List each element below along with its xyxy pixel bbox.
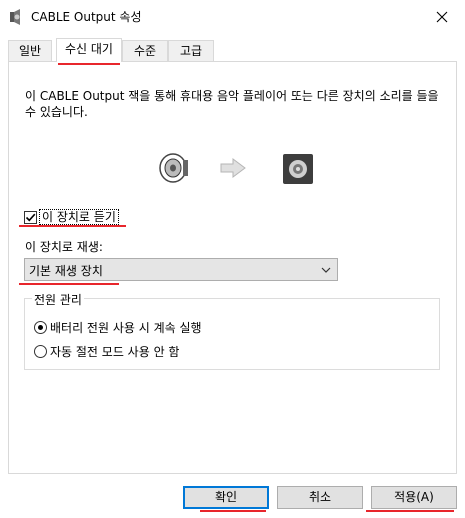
cancel-button[interactable]: 취소 — [277, 486, 363, 509]
listen-checkbox-label[interactable]: 이 장치로 듣기 — [39, 209, 119, 225]
playback-device-dropdown[interactable]: 기본 재생 장치 — [24, 258, 338, 281]
annotation-underline — [19, 283, 119, 285]
ok-button[interactable]: 확인 — [183, 486, 269, 509]
tab-levels[interactable]: 수준 — [122, 40, 168, 62]
annotation-underline — [58, 63, 120, 65]
apply-button[interactable]: 적용(A) — [371, 486, 457, 509]
radio-label[interactable]: 자동 절전 모드 사용 안 함 — [50, 343, 179, 360]
radio-label[interactable]: 배터리 전원 사용 시 계속 실행 — [50, 319, 202, 336]
power-management-title: 전원 관리 — [32, 291, 84, 308]
input-device-icon — [159, 153, 188, 183]
listen-checkbox-row[interactable]: 이 장치로 듣기 — [24, 208, 119, 226]
title-bar: CABLE Output 속성 — [0, 0, 465, 33]
chevron-down-icon — [321, 267, 331, 273]
annotation-underline — [200, 510, 266, 512]
radio-button[interactable] — [34, 345, 47, 358]
annotation-underline — [366, 510, 454, 512]
arrow-right-icon — [220, 158, 246, 178]
window-title: CABLE Output 속성 — [31, 10, 142, 24]
output-device-icon — [283, 154, 313, 184]
close-icon — [436, 11, 448, 22]
tab-advanced[interactable]: 고급 — [168, 40, 214, 62]
annotation-underline — [19, 225, 126, 227]
device-flow-illustration — [155, 150, 325, 190]
tab-general[interactable]: 일반 — [8, 40, 52, 62]
close-button[interactable] — [419, 0, 465, 33]
description-text: 이 CABLE Output 잭을 통해 휴대용 음악 플레이어 또는 다른 장… — [25, 89, 439, 119]
tab-listen[interactable]: 수신 대기 — [56, 38, 122, 62]
listen-checkbox[interactable] — [24, 210, 37, 224]
checkmark-icon — [25, 213, 36, 221]
radio-button[interactable] — [34, 321, 47, 334]
speaker-device-icon — [8, 9, 24, 25]
radio-disable-sleep[interactable]: 자동 절전 모드 사용 안 함 — [34, 343, 179, 360]
playback-device-value: 기본 재생 장치 — [29, 264, 103, 278]
radio-keep-running[interactable]: 배터리 전원 사용 시 계속 실행 — [34, 319, 202, 336]
playback-label: 이 장치로 재생: — [25, 240, 103, 254]
